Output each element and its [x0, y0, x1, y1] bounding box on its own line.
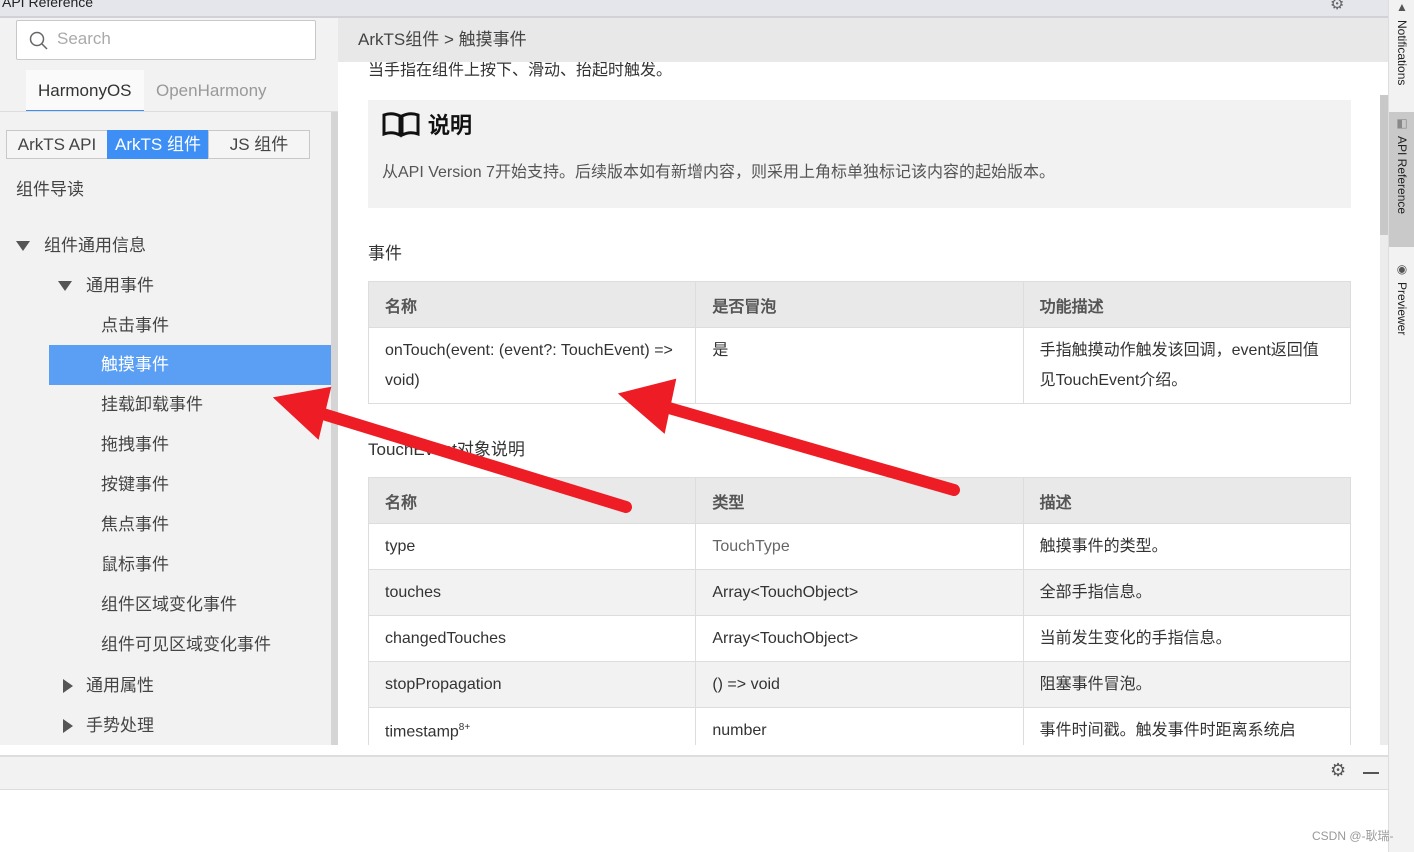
- cell: Array<TouchObject>: [695, 569, 1024, 616]
- table-row: stopPropagation() => void 阻塞事件冒泡。: [367, 661, 1352, 708]
- tab-previewer[interactable]: ◉ Previewer: [1389, 258, 1414, 348]
- cell: 触摸事件的类型。: [1022, 523, 1352, 570]
- bell-icon: ▲: [1395, 0, 1409, 14]
- tree-item-key-event[interactable]: 按键事件: [49, 465, 331, 505]
- tree-item-touch-event[interactable]: 触摸事件: [49, 345, 331, 385]
- cell: 阻塞事件冒泡。: [1022, 661, 1352, 708]
- note-text: 从API Version 7开始支持。后续版本如有新增内容，则采用上角标单独标记…: [382, 164, 1055, 181]
- tree-item-common-info[interactable]: 组件通用信息: [0, 226, 331, 266]
- search-icon: [29, 31, 48, 50]
- tab-js-components[interactable]: JS 组件: [208, 130, 310, 159]
- cell: 全部手指信息。: [1022, 569, 1352, 616]
- scrollbar-thumb[interactable]: [1380, 95, 1388, 235]
- sidebar-scrollbar[interactable]: [331, 112, 338, 745]
- caret-right-icon: [63, 719, 73, 733]
- note-box: 说明 从API Version 7开始支持。后续版本如有新增内容，则采用上角标单…: [368, 100, 1351, 208]
- col-header: 是否冒泡: [695, 281, 1024, 328]
- cell: number: [695, 707, 1024, 745]
- search-box[interactable]: [16, 20, 316, 60]
- col-header: 名称: [367, 477, 697, 524]
- tab-openharmony[interactable]: OpenHarmony: [144, 70, 279, 112]
- tree-item-gestures[interactable]: 手势处理: [0, 706, 331, 746]
- tree-item-guide[interactable]: 组件导读: [16, 170, 326, 210]
- tree-item-click-event[interactable]: 点击事件: [49, 306, 331, 346]
- cell: timestamp8+: [367, 707, 697, 745]
- tree-item-focus-event[interactable]: 焦点事件: [49, 505, 331, 545]
- bottom-toolbar: ⚙: [0, 755, 1388, 790]
- tab-notifications[interactable]: ▲ Notifications: [1389, 0, 1414, 106]
- sidebar: HarmonyOS OpenHarmony ArkTS API ArkTS 组件…: [0, 18, 338, 745]
- tab-arkts-components[interactable]: ArkTS 组件: [107, 130, 209, 159]
- caret-down-icon: [58, 281, 72, 291]
- table-row: touches Array<TouchObject> 全部手指信息。: [367, 569, 1352, 616]
- col-header: 名称: [367, 281, 697, 328]
- search-input[interactable]: [57, 29, 297, 49]
- tree-item-drag-event[interactable]: 拖拽事件: [49, 425, 331, 465]
- breadcrumb: ArkTS组件 > 触摸事件: [338, 18, 1388, 62]
- cell: 事件时间戳。触发事件时距离系统启: [1022, 707, 1352, 745]
- eye-icon: ◉: [1395, 262, 1409, 276]
- tab-harmonyos[interactable]: HarmonyOS: [26, 70, 144, 112]
- tab-api-reference[interactable]: ◧ API Reference: [1389, 112, 1414, 247]
- tree-item-common-attributes[interactable]: 通用属性: [0, 666, 331, 706]
- col-header: 类型: [695, 477, 1024, 524]
- tree-item-mouse-event[interactable]: 鼠标事件: [49, 545, 331, 585]
- table-row: timestamp8+ number 事件时间戳。触发事件时距离系统启: [367, 707, 1352, 745]
- divider: [0, 111, 338, 112]
- tree-item-common-events[interactable]: 通用事件: [0, 266, 331, 306]
- watermark: CSDN @-耿瑞-: [1312, 829, 1394, 843]
- tab-arkts-api[interactable]: ArkTS API: [6, 130, 108, 159]
- content-scrollbar[interactable]: [1380, 95, 1388, 745]
- api-icon: ◧: [1395, 116, 1409, 130]
- book-icon: [382, 112, 420, 138]
- doc-content: 当手指在组件上按下、滑动、抬起时触发。 说明 从API Version 7开始支…: [338, 62, 1388, 745]
- intro-text: 当手指在组件上按下、滑动、抬起时触发。: [368, 62, 673, 79]
- cell: stopPropagation: [367, 661, 697, 708]
- bottom-panel: ⚙ CSDN @-耿瑞-: [0, 745, 1394, 852]
- right-tool-strip: ▲ Notifications ◧ API Reference ◉ Previewer: [1388, 0, 1414, 852]
- tree-item-mount-event[interactable]: 挂载卸载事件: [49, 385, 331, 425]
- cell: touches: [367, 569, 697, 616]
- events-table: 名称 是否冒泡 功能描述 onTouch(event: (event?: Touch…: [367, 281, 1352, 404]
- window-title: API Reference: [2, 0, 94, 10]
- gear-icon[interactable]: ⚙: [1330, 0, 1344, 14]
- col-header: 描述: [1022, 477, 1352, 524]
- cell: 当前发生变化的手指信息。: [1022, 615, 1352, 662]
- cell: type: [367, 523, 697, 570]
- cell: () => void: [695, 661, 1024, 708]
- col-header: 功能描述: [1022, 281, 1352, 328]
- table-row: onTouch(event: (event?: TouchEvent) => v…: [367, 327, 1352, 404]
- cell: TouchType: [695, 523, 1024, 570]
- table-row: changedTouches Array<TouchObject> 当前发生变化的手…: [367, 615, 1352, 662]
- tree-item-area-change-event[interactable]: 组件区域变化事件: [49, 585, 331, 625]
- cell: 是: [695, 327, 1024, 404]
- table-row: type TouchType 触摸事件的类型。: [367, 523, 1352, 570]
- note-title: 说明: [428, 113, 473, 138]
- cell: 手指触摸动作触发该回调，event返回值见TouchEvent介绍。: [1022, 327, 1352, 404]
- minimize-icon[interactable]: [1363, 772, 1379, 774]
- version-superscript: 8+: [458, 722, 471, 734]
- cell: onTouch(event: (event?: TouchEvent) => v…: [367, 327, 697, 404]
- title-bar: API Reference ⚙: [0, 0, 1388, 18]
- tree-item-visible-area-event[interactable]: 组件可见区域变化事件: [49, 625, 331, 665]
- caret-right-icon: [63, 679, 73, 693]
- caret-down-icon: [16, 241, 30, 251]
- cell: Array<TouchObject>: [695, 615, 1024, 662]
- events-heading: 事件: [368, 244, 402, 263]
- touchevent-heading: TouchEvent对象说明: [368, 440, 525, 459]
- cell: changedTouches: [367, 615, 697, 662]
- gear-icon[interactable]: ⚙: [1330, 760, 1346, 781]
- touchevent-table: 名称 类型 描述 type TouchType 触摸事件的类型。 touches Arra…: [367, 477, 1352, 745]
